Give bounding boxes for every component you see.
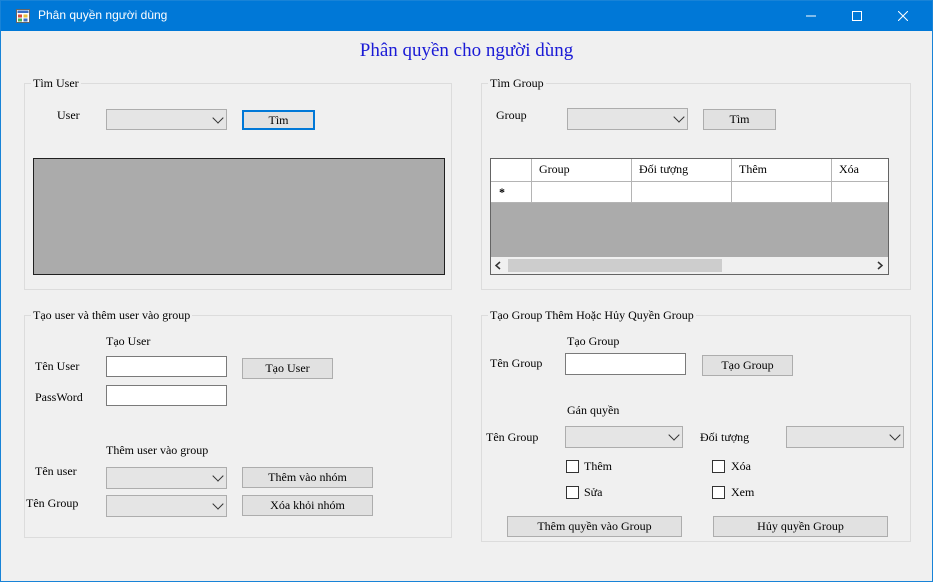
maximize-button[interactable]: [834, 1, 880, 31]
password-input[interactable]: [106, 385, 227, 406]
chevron-down-icon: [668, 429, 680, 441]
add-permission-button[interactable]: Thêm quyền vào Group: [507, 516, 682, 537]
password-label: PassWord: [35, 390, 83, 404]
view-permission-label: Xem: [731, 485, 755, 499]
close-icon: [897, 10, 909, 22]
edit-permission-checkbox[interactable]: [566, 486, 579, 499]
scrollbar-thumb[interactable]: [508, 259, 722, 272]
chevron-down-icon: [212, 498, 224, 510]
add-user-section-label: Thêm user vào group: [106, 443, 209, 457]
new-row-cell[interactable]: [632, 182, 732, 203]
new-row-cell[interactable]: [732, 182, 832, 203]
minimize-icon: [806, 15, 816, 17]
object-label: Đối tượng: [700, 430, 750, 444]
group-select-label: Tên Group: [26, 496, 79, 510]
title-bar[interactable]: Phân quyền người dùng: [1, 1, 932, 31]
add-permission-checkbox[interactable]: [566, 460, 579, 473]
remove-from-group-button[interactable]: Xóa khỏi nhóm: [242, 495, 373, 516]
chevron-down-icon: [889, 429, 901, 441]
username-input[interactable]: [106, 356, 227, 377]
column-header-object[interactable]: Đối tượng: [632, 159, 732, 182]
new-row-marker: *: [491, 182, 532, 203]
find-user-group-label: Tìm User: [31, 76, 81, 91]
remove-permission-button[interactable]: Hủy quyền Group: [713, 516, 888, 537]
delete-permission-checkbox[interactable]: [712, 460, 725, 473]
assign-group-label: Tên Group: [486, 430, 539, 444]
column-header-group[interactable]: Group: [532, 159, 632, 182]
chevron-down-icon: [673, 111, 685, 123]
grid-corner-header: [491, 159, 532, 182]
column-header-delete[interactable]: Xóa: [832, 159, 888, 182]
maximize-icon: [852, 11, 862, 21]
assign-group-combo[interactable]: [565, 426, 683, 448]
app-icon: [16, 9, 30, 23]
find-user-combo[interactable]: [106, 109, 227, 130]
delete-permission-label: Xóa: [731, 459, 751, 473]
chevron-down-icon: [212, 111, 224, 124]
window-title: Phân quyền người dùng: [38, 8, 168, 22]
chevron-down-icon: [212, 470, 224, 482]
assign-permission-section-label: Gán quyền: [567, 403, 620, 417]
add-permission-label: Thêm: [584, 459, 612, 473]
find-group-button[interactable]: Tìm: [703, 109, 776, 130]
scroll-left-icon[interactable]: [494, 261, 502, 270]
find-user-button[interactable]: Tìm: [242, 110, 315, 130]
close-button[interactable]: [880, 1, 926, 31]
create-group-button[interactable]: Tạo Group: [702, 355, 793, 376]
groupname-label: Tên Group: [490, 356, 543, 370]
create-user-group-label: Tạo user và thêm user vào group: [31, 308, 193, 323]
create-user-group: [24, 315, 452, 538]
form-title: Phân quyền cho người dùng: [359, 40, 574, 61]
find-group-combo[interactable]: [567, 108, 688, 130]
add-to-group-button[interactable]: Thêm vào nhóm: [242, 467, 373, 488]
group-label: Group: [496, 108, 527, 122]
groupname-input[interactable]: [565, 353, 686, 375]
find-group-group-label: Tìm Group: [488, 76, 546, 91]
user-label: User: [57, 108, 80, 122]
minimize-button[interactable]: [788, 1, 834, 31]
new-row-cell[interactable]: [532, 182, 632, 203]
edit-permission-label: Sửa: [584, 485, 603, 499]
new-row-cell[interactable]: [832, 182, 888, 203]
user-select-combo[interactable]: [106, 467, 227, 489]
user-results-grid[interactable]: [33, 158, 445, 275]
horizontal-scrollbar[interactable]: [491, 257, 888, 274]
create-user-button[interactable]: Tạo User: [242, 358, 333, 379]
scroll-right-icon[interactable]: [876, 261, 884, 270]
user-select-label: Tên user: [35, 464, 77, 478]
group-select-combo[interactable]: [106, 495, 227, 517]
group-permissions-grid[interactable]: Group Đối tượng Thêm Xóa *: [490, 158, 889, 275]
view-permission-checkbox[interactable]: [712, 486, 725, 499]
username-label: Tên User: [35, 359, 80, 373]
object-combo[interactable]: [786, 426, 904, 448]
create-group-group-label: Tạo Group Thêm Hoặc Hủy Quyền Group: [488, 308, 696, 323]
create-group-section-label: Tạo Group: [567, 334, 620, 348]
create-user-section-label: Tạo User: [106, 334, 151, 348]
column-header-add[interactable]: Thêm: [732, 159, 832, 182]
